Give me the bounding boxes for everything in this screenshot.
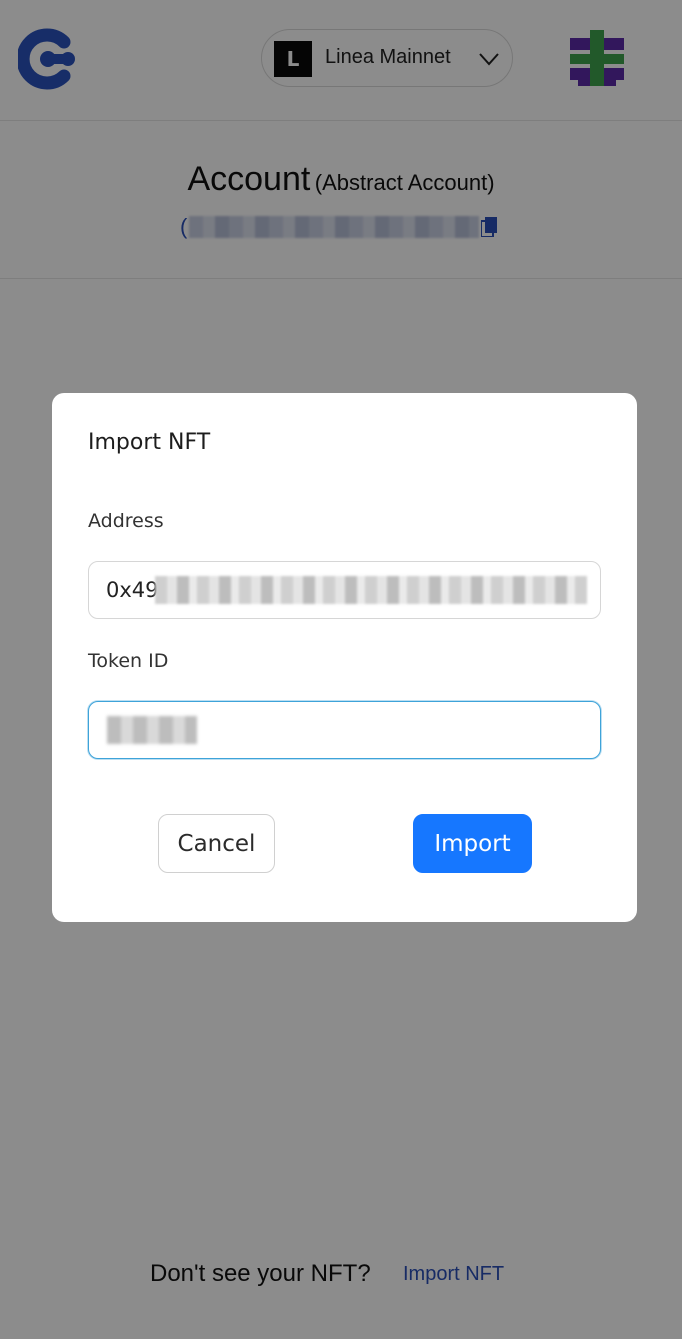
- redacted-token-value: [107, 716, 197, 744]
- import-button[interactable]: Import: [413, 814, 532, 873]
- address-label: Address: [88, 510, 164, 532]
- cancel-button[interactable]: Cancel: [158, 814, 275, 873]
- token-id-input[interactable]: [88, 701, 601, 759]
- address-input[interactable]: 0x49: [88, 561, 601, 619]
- import-nft-dialog: Import NFT Address 0x49 Token ID Cancel …: [52, 393, 637, 922]
- dialog-title: Import NFT: [88, 430, 211, 455]
- redacted-address-value: [155, 576, 587, 604]
- address-input-value: 0x49: [106, 578, 159, 602]
- token-id-label: Token ID: [88, 650, 169, 672]
